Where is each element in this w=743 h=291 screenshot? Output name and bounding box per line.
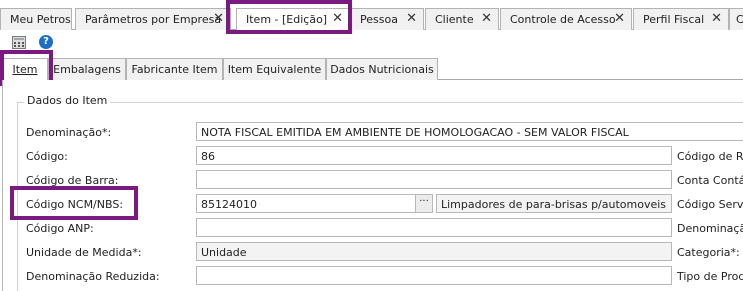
label-codigo-referencia: Código de Ref (677, 150, 743, 163)
tab-dados-nutricionais[interactable]: Dados Nutricionais (326, 58, 438, 80)
doc-tab-meu-petros[interactable]: Meu Petros (0, 8, 72, 30)
codigo-barra-field[interactable] (196, 170, 672, 189)
close-icon[interactable]: ✕ (711, 11, 722, 26)
doc-tab-label: Meu Petros (10, 13, 71, 26)
doc-tab-label: C (736, 13, 743, 26)
label-unidade-medida: Unidade de Medida*: (26, 246, 142, 259)
tab-item[interactable]: Item (2, 58, 48, 81)
field-value: NOTA FISCAL EMITIDA EM AMBIENTE DE HOMOL… (201, 126, 629, 139)
doc-tab-label: Perfil Fiscal (643, 13, 705, 26)
ncm-description-field: Limpadores de para-brisas p/automoveis (436, 194, 672, 213)
codigo-anp-field[interactable] (196, 218, 672, 237)
label-codigo-barra: Código de Barra: (26, 174, 119, 187)
doc-tab-truncated[interactable]: C (729, 8, 743, 30)
group-title: Dados do Item (24, 94, 111, 107)
field-value: Limpadores de para-brisas p/automoveis (441, 198, 667, 211)
tab-item-equivalente[interactable]: Item Equivalente (223, 58, 326, 80)
codigo-field[interactable]: 86 (196, 146, 672, 165)
help-icon[interactable]: ? (39, 35, 53, 49)
close-icon[interactable]: ✕ (481, 11, 492, 26)
label-denominacao-reduzida: Denominação Reduzida: (26, 270, 160, 283)
field-value: 86 (201, 150, 215, 163)
doc-tab-label: Parâmetros por Empresa (85, 13, 222, 26)
ncm-lookup-button[interactable]: ··· (415, 194, 433, 213)
tab-label: Item Equivalente (227, 63, 322, 76)
label-codigo-ncm-nbs: Código NCM/NBS: (26, 198, 124, 211)
label-categoria: Categoria*: (677, 246, 740, 259)
tab-label: Embalagens (53, 63, 121, 76)
doc-tab-label: Item - [Edição] (246, 13, 328, 26)
close-icon[interactable]: ✕ (332, 11, 343, 26)
doc-tab-cliente[interactable]: Cliente ✕ (425, 8, 499, 30)
label-denominacao: Denominação*: (26, 126, 112, 139)
label-tipo-produto: Tipo de Produ (677, 270, 743, 283)
tab-label: Fabricante Item (131, 63, 218, 76)
doc-tab-parametros-empresa[interactable]: Parâmetros por Empresa ✕ (75, 8, 231, 30)
close-icon[interactable]: ✕ (213, 11, 224, 26)
label-codigo: Código: (26, 150, 68, 163)
close-icon[interactable]: ✕ (406, 11, 417, 26)
label-denominacao-right: Denominação (677, 222, 743, 235)
tab-label: Item (12, 63, 38, 76)
label-conta-contabil: Conta Contáb (677, 174, 743, 187)
label-codigo-servico: Código Serviç (677, 198, 743, 211)
doc-tab-label: Cliente (435, 13, 474, 26)
doc-tab-controle-acesso[interactable]: Controle de Acesso ✕ (500, 8, 632, 30)
doc-tab-perfil-fiscal[interactable]: Perfil Fiscal ✕ (633, 8, 729, 30)
close-icon[interactable]: ✕ (614, 11, 625, 26)
tab-label: Dados Nutricionais (330, 63, 434, 76)
doc-tab-item-edicao[interactable]: Item - [Edição] ✕ (236, 8, 350, 31)
doc-tab-label: Pessoa (360, 13, 398, 26)
label-codigo-anp: Código ANP: (26, 222, 94, 235)
tab-embalagens[interactable]: Embalagens (48, 58, 126, 80)
calculator-icon[interactable] (12, 36, 26, 49)
denominacao-reduzida-field[interactable] (196, 266, 672, 285)
help-glyph: ? (43, 36, 49, 47)
denominacao-field[interactable]: NOTA FISCAL EMITIDA EM AMBIENTE DE HOMOL… (196, 122, 743, 141)
tab-fabricante-item[interactable]: Fabricante Item (126, 58, 223, 80)
field-value: 85124010 (201, 198, 257, 211)
field-value: Unidade (201, 246, 247, 259)
ncm-code-field[interactable]: 85124010 (196, 194, 416, 213)
unidade-medida-field[interactable]: Unidade (196, 242, 672, 261)
doc-tab-label: Controle de Acesso (510, 13, 616, 26)
item-tab-bar: Item Embalagens Fabricante Item Item Equ… (0, 56, 743, 81)
doc-tab-pessoa[interactable]: Pessoa ✕ (350, 8, 424, 30)
document-tab-bar: Meu Petros Parâmetros por Empresa ✕ Item… (0, 6, 743, 31)
